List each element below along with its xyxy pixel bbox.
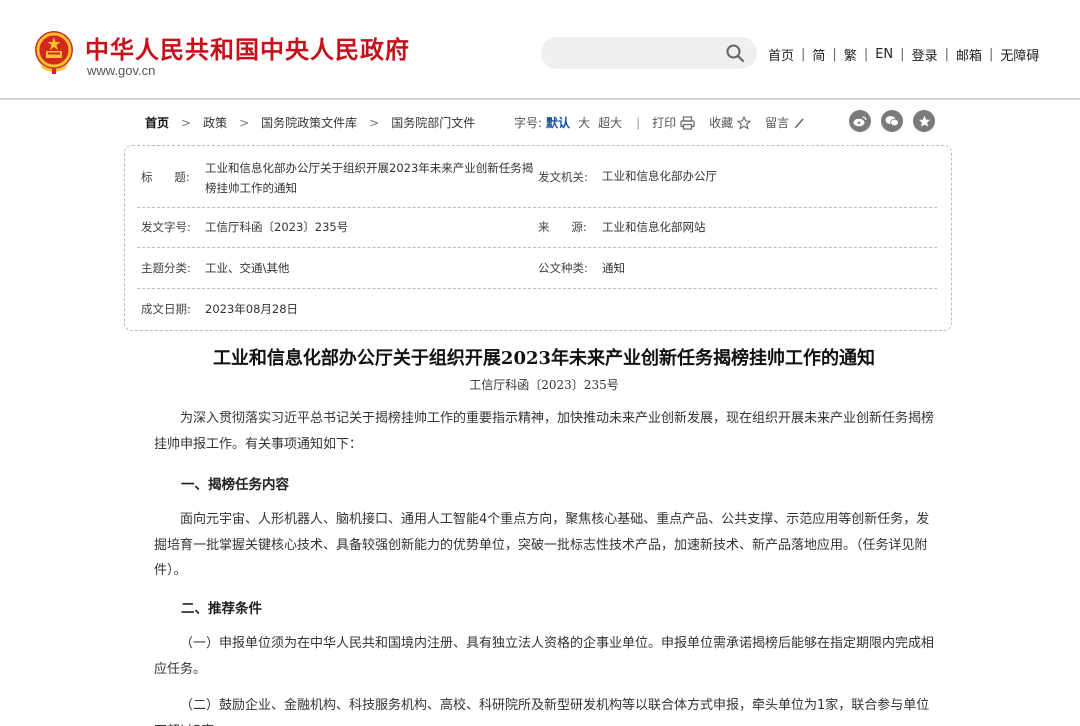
meta-type-key: 公文种类: [538, 261, 588, 275]
meta-row-category: 主题分类: 工业、交通\其他 公文种类: 通知 [137, 248, 937, 289]
meta-docnum-value: 工信厅科函〔2023〕235号 [205, 220, 349, 234]
meta-date-key: 成文日期: [141, 302, 191, 316]
search-icon[interactable] [725, 43, 745, 63]
breadcrumb-arrow: > [181, 115, 192, 130]
font-size-large[interactable]: 大 [578, 114, 590, 131]
pencil-icon [794, 117, 804, 128]
top-nav: 首页 | 简 | 繁 | EN | 登录 | 邮箱 | 无障碍 [768, 45, 1039, 64]
section-heading-2: 二、推荐条件 [181, 601, 262, 617]
breadcrumb-policy[interactable]: 政策 [203, 114, 227, 131]
font-size-xlarge[interactable]: 超大 [598, 114, 622, 131]
nav-english[interactable]: EN [875, 47, 893, 62]
site-name[interactable]: 中华人民共和国中央人民政府 [85, 30, 410, 65]
printer-icon [680, 115, 695, 130]
wechat-icon[interactable] [881, 110, 903, 132]
article-doc-number: 工信厅科函〔2023〕235号 [469, 378, 619, 392]
nav-separator: | [900, 47, 905, 62]
meta-title-value: 工业和信息化部办公厅关于组织开展2023年未来产业创新任务揭榜挂帅工作的通知 [205, 161, 534, 195]
nav-login[interactable]: 登录 [912, 45, 938, 64]
nav-separator: | [801, 47, 806, 62]
meta-category-key: 主题分类: [141, 261, 191, 275]
print-button[interactable]: 打印 [652, 114, 695, 131]
meta-docnum-key: 发文字号: [141, 220, 191, 234]
nav-separator: | [832, 47, 837, 62]
favorite-button[interactable]: 收藏 [709, 114, 752, 131]
section-1-paragraph: 面向元宇宙、人形机器人、脑机接口、通用人工智能4个重点方向，聚焦核心基础、重点产… [154, 512, 930, 578]
nav-separator: | [944, 47, 949, 62]
print-label: 打印 [652, 116, 677, 130]
breadcrumb-bar: 首页 > 政策 > 国务院政策文件库 > 国务院部门文件 字号: 默认 大 超大… [0, 110, 1080, 136]
site-header: 中华人民共和国中央人民政府 www.gov.cn 首页 | 简 | 繁 | EN… [0, 0, 1080, 100]
meta-category-value: 工业、交通\其他 [205, 261, 290, 275]
page-tools: 字号: 默认 大 超大 | 打印 收藏 留言 [514, 114, 819, 131]
social-share [849, 110, 945, 132]
meta-issuer-key: 发文机关: [538, 170, 588, 184]
meta-source-key: 来 源: [538, 220, 587, 234]
meta-title-key: 标 题: [141, 170, 190, 184]
national-emblem-icon[interactable] [32, 28, 76, 76]
nav-traditional[interactable]: 繁 [844, 45, 857, 64]
breadcrumb-policy-library[interactable]: 国务院政策文件库 [261, 114, 357, 131]
nav-separator: | [988, 47, 994, 62]
article-title: 工业和信息化部办公厅关于组织开展2023年未来产业创新任务揭榜挂帅工作的通知 [212, 348, 876, 369]
breadcrumb-arrow: > [239, 115, 250, 130]
section-heading-1: 一、揭榜任务内容 [181, 477, 289, 493]
weibo-icon[interactable] [849, 110, 871, 132]
document-metadata: 标 题: 工业和信息化部办公厅关于组织开展2023年未来产业创新任务揭榜挂帅工作… [124, 145, 952, 331]
breadcrumb: 首页 > 政策 > 国务院政策文件库 > 国务院部门文件 [145, 114, 475, 131]
site-domain[interactable]: www.gov.cn [87, 63, 155, 78]
tools-separator: | [636, 115, 641, 130]
breadcrumb-home[interactable]: 首页 [145, 114, 169, 131]
font-size-label: 字号: [514, 116, 543, 130]
nav-accessibility[interactable]: 无障碍 [1000, 45, 1039, 64]
star-icon[interactable] [913, 110, 935, 132]
meta-type-value: 通知 [602, 261, 625, 275]
breadcrumb-dept-docs[interactable]: 国务院部门文件 [391, 114, 475, 131]
meta-source-value: 工业和信息化部网站 [602, 220, 706, 234]
meta-issuer-value: 工业和信息化部办公厅 [602, 169, 717, 183]
meta-date-value: 2023年08月28日 [205, 302, 299, 316]
meta-row-docnum: 发文字号: 工信厅科函〔2023〕235号 来 源: 工业和信息化部网站 [137, 208, 937, 248]
search-input[interactable] [541, 37, 757, 69]
breadcrumb-arrow: > [369, 115, 380, 130]
comment-button[interactable]: 留言 [765, 114, 805, 131]
section-2-item-1: （一）申报单位须为在中华人民共和国境内注册、具有独立法人资格的企事业单位。申报单… [154, 636, 935, 677]
section-2-item-2: （二）鼓励企业、金融机构、科技服务机构、高校、科研院所及新型研发机构等以联合体方… [154, 698, 930, 726]
font-size-default[interactable]: 默认 [546, 114, 570, 131]
meta-row-title: 标 题: 工业和信息化部办公厅关于组织开展2023年未来产业创新任务揭榜挂帅工作… [137, 152, 937, 208]
comment-label: 留言 [765, 116, 790, 130]
nav-home[interactable]: 首页 [768, 45, 794, 64]
nav-simplified[interactable]: 简 [812, 45, 825, 64]
meta-row-date: 成文日期: 2023年08月28日 [137, 289, 937, 329]
nav-separator: | [863, 47, 869, 62]
star-outline-icon [737, 115, 752, 130]
article-intro: 为深入贯彻落实习近平总书记关于揭榜挂帅工作的重要指示精神，加快推动未来产业创新发… [154, 411, 935, 452]
favorite-label: 收藏 [709, 116, 734, 130]
nav-mail[interactable]: 邮箱 [956, 45, 982, 64]
